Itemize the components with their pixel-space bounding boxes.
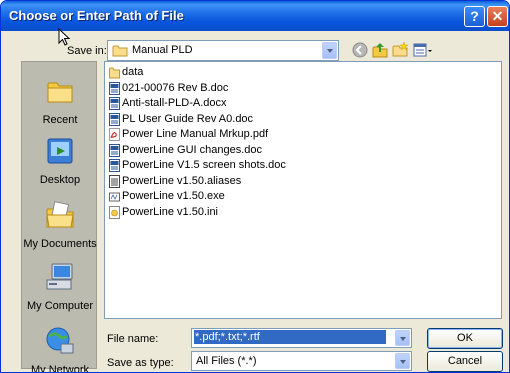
word-doc-icon <box>109 159 120 172</box>
file-name: Anti-stall-PLD-A.docx <box>122 97 227 109</box>
file-name: data <box>122 66 144 78</box>
file-name: PowerLine v1.50.aliases <box>122 174 242 187</box>
file-name-input[interactable] <box>194 330 386 344</box>
folder-icon <box>112 45 128 57</box>
place-my-computer[interactable]: My Computer <box>22 260 98 312</box>
file-name: PowerLine GUI changes.doc <box>122 143 263 156</box>
save-type-value: All Files (*.*) <box>196 355 257 367</box>
pdf-icon <box>109 128 120 141</box>
word-doc-icon <box>109 97 120 110</box>
file-name: PowerLine v1.50.ini <box>122 205 219 218</box>
title-bar[interactable]: Choose or Enter Path of File ? ✕ <box>1 1 509 31</box>
file-name-dropdown[interactable] <box>394 329 411 347</box>
save-type-dropdown[interactable]: All Files (*.*) <box>191 351 412 371</box>
file-name: 021-00076 Rev B.doc <box>122 81 229 94</box>
exe-icon <box>109 192 120 202</box>
file-name: PowerLine V1.5 screen shots.doc <box>122 159 286 171</box>
place-label-desktop: Desktop <box>39 174 81 186</box>
save-type-label: Save as type: <box>107 357 174 369</box>
save-in-value: Manual PLD <box>132 44 193 56</box>
save-in-label: Save in: <box>67 45 107 57</box>
word-doc-icon <box>109 143 120 157</box>
folder-icon <box>109 67 120 79</box>
word-doc-icon <box>109 81 120 95</box>
file-name: Power Line Manual Mrkup.pdf <box>122 128 269 140</box>
chevron-down-icon[interactable] <box>395 330 410 346</box>
file-name-combo[interactable] <box>191 328 412 348</box>
file-name: PL User Guide Rev A0.doc <box>122 112 254 125</box>
place-desktop[interactable]: Desktop <box>22 134 98 186</box>
save-in-dropdown[interactable]: Manual PLD <box>107 40 339 61</box>
file-list[interactable]: data 021-00076 Rev B.doc Anti-stall-PLD-A.… <box>104 61 502 319</box>
desktop-icon <box>47 138 73 164</box>
chevron-down-icon[interactable] <box>322 42 337 59</box>
place-my-documents[interactable]: My Documents <box>22 198 98 250</box>
dialog-title: Choose or Enter Path of File <box>9 8 184 23</box>
places-bar: Recent Desktop My Documents My Computer … <box>21 61 98 372</box>
file-name: PowerLine v1.50.exe <box>122 190 225 202</box>
word-doc-icon <box>109 112 120 126</box>
my-documents-icon <box>46 201 74 228</box>
mouse-cursor-icon <box>58 28 70 46</box>
dialog-window: Choose or Enter Path of File ? ✕ Save in… <box>0 0 510 373</box>
up-folder-icon[interactable] <box>371 41 389 59</box>
ok-button[interactable]: OK <box>427 328 503 349</box>
chevron-down-icon[interactable] <box>395 353 410 369</box>
ini-icon <box>109 205 120 219</box>
cancel-button[interactable]: Cancel <box>427 351 503 372</box>
my-network-icon <box>46 327 74 354</box>
file-name-label: File name: <box>107 333 159 345</box>
place-recent[interactable]: Recent <box>22 74 98 126</box>
place-label-recent: Recent <box>42 114 78 126</box>
place-label-my-computer: My Computer <box>26 300 94 312</box>
close-button[interactable]: ✕ <box>487 6 508 27</box>
place-label-my-network: My Network <box>30 364 90 373</box>
place-my-network[interactable]: My Network <box>22 324 98 373</box>
back-icon[interactable] <box>351 41 369 59</box>
views-menu-icon[interactable] <box>413 41 435 59</box>
new-folder-icon[interactable] <box>391 41 409 59</box>
help-button[interactable]: ? <box>464 6 485 27</box>
place-label-my-documents: My Documents <box>23 238 97 250</box>
my-computer-icon <box>46 263 73 290</box>
recent-icon <box>47 82 73 103</box>
file-icon <box>109 174 120 188</box>
